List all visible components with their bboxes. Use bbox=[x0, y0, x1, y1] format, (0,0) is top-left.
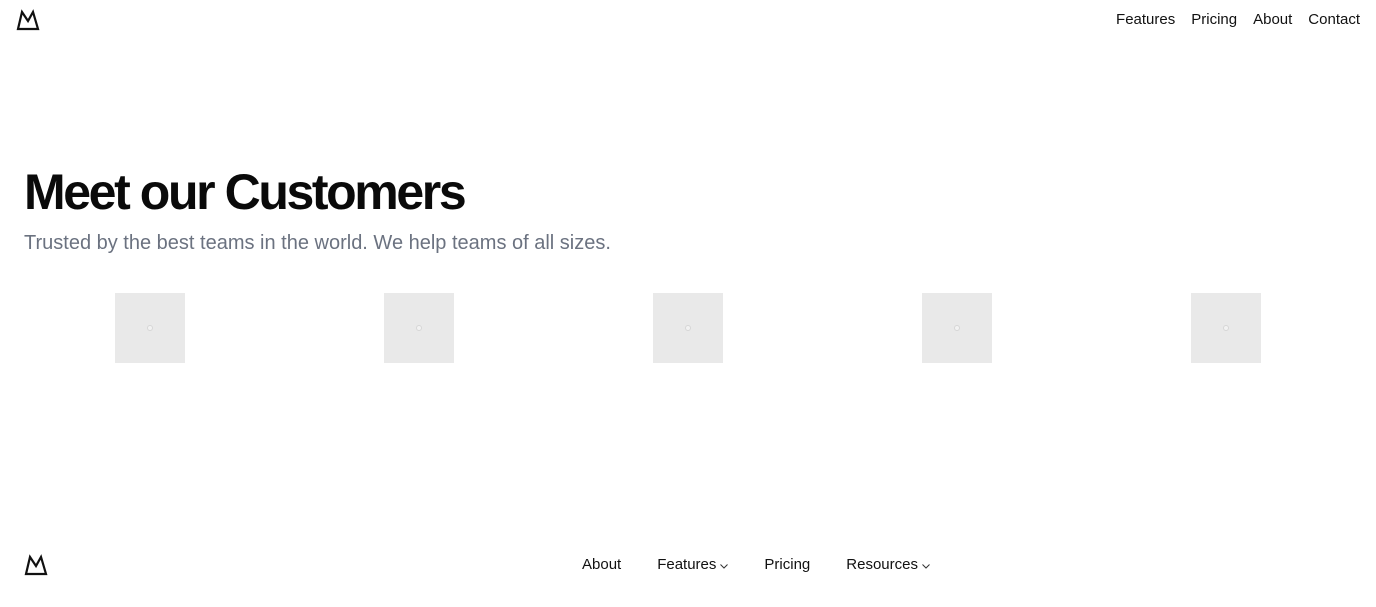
top-nav: Features Pricing About Contact bbox=[1116, 11, 1360, 29]
page-title: Meet our Customers bbox=[24, 164, 467, 220]
customer-logo-placeholder bbox=[1191, 293, 1261, 363]
customer-logo-placeholder bbox=[384, 293, 454, 363]
customer-logos bbox=[0, 293, 1376, 363]
footer-link-pricing[interactable]: Pricing bbox=[764, 556, 810, 574]
footer-link-label: About bbox=[582, 556, 622, 573]
image-placeholder-icon bbox=[416, 325, 422, 331]
customer-logo-placeholder bbox=[653, 293, 723, 363]
page-subtitle: Trusted by the best teams in the world. … bbox=[24, 232, 611, 254]
hero-section: Meet our Customers Trusted by the best t… bbox=[24, 162, 611, 256]
customer-logo-placeholder bbox=[922, 293, 992, 363]
footer-link-label: Pricing bbox=[764, 556, 811, 573]
mountain-logo-icon[interactable] bbox=[24, 554, 48, 576]
image-placeholder-icon bbox=[954, 325, 960, 331]
image-placeholder-icon bbox=[1223, 325, 1229, 331]
nav-link-contact[interactable]: Contact bbox=[1308, 11, 1360, 29]
image-placeholder-icon bbox=[147, 325, 153, 331]
image-placeholder-icon bbox=[685, 325, 691, 331]
nav-link-about[interactable]: About bbox=[1253, 11, 1292, 29]
customer-logo-placeholder bbox=[115, 293, 185, 363]
footer-link-label: Resources bbox=[846, 556, 918, 573]
site-header: Features Pricing About Contact bbox=[0, 0, 1376, 40]
footer-link-about[interactable]: About bbox=[582, 556, 621, 574]
nav-link-features[interactable]: Features bbox=[1116, 11, 1175, 29]
chevron-down-icon bbox=[922, 564, 930, 569]
site-footer: About Features Pricing Resources bbox=[0, 545, 1376, 589]
footer-link-label: Features bbox=[657, 556, 717, 573]
footer-dropdown-resources[interactable]: Resources bbox=[846, 556, 930, 574]
mountain-logo-icon[interactable] bbox=[16, 9, 40, 31]
footer-nav: About Features Pricing Resources bbox=[582, 556, 930, 574]
chevron-down-icon bbox=[720, 564, 729, 569]
footer-dropdown-features[interactable]: Features bbox=[657, 556, 729, 574]
nav-link-pricing[interactable]: Pricing bbox=[1191, 11, 1237, 29]
